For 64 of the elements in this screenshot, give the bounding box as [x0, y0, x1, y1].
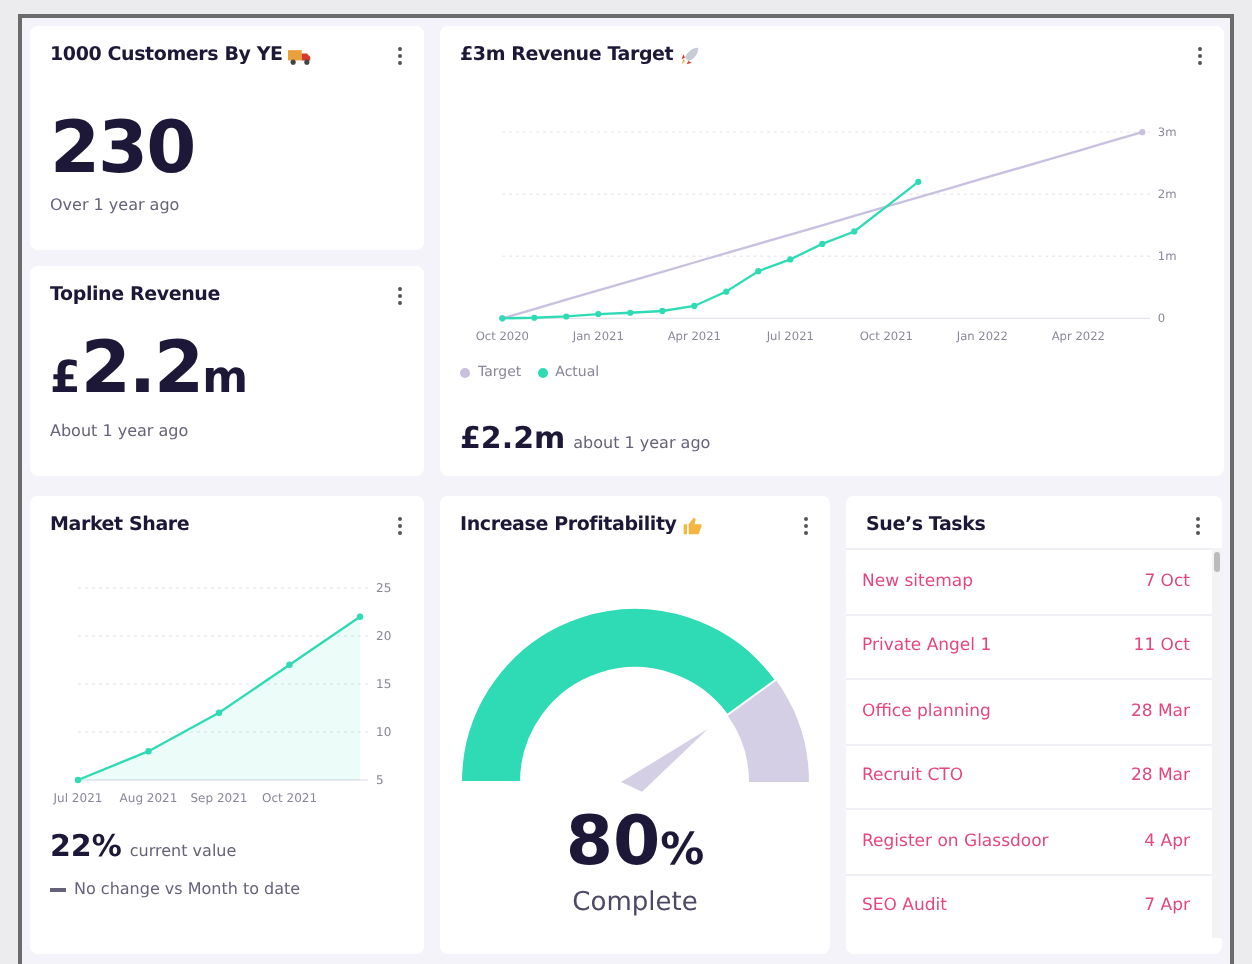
data-point: [787, 256, 794, 263]
caption: About 1 year ago: [50, 420, 191, 444]
thumbs-up-icon: [682, 516, 703, 537]
legend-dot: [537, 367, 548, 378]
card-title: £3m Revenue Target: [460, 42, 674, 70]
caption: Over 1 year ago: [50, 194, 182, 218]
big-number: 2.2: [80, 334, 203, 406]
currency-symbol: £: [50, 352, 81, 408]
task-name[interactable]: New sitemap: [862, 569, 973, 595]
more-icon[interactable]: [1194, 516, 1202, 537]
data-point: [915, 179, 922, 186]
data-point: [531, 315, 538, 322]
data-point: [1139, 129, 1146, 136]
task-date: 11 Oct: [1133, 634, 1190, 660]
task-name[interactable]: Private Angel 1: [862, 634, 992, 660]
change-text: No change vs Month to date: [74, 877, 301, 902]
card-title: Sue’s Tasks: [866, 512, 986, 540]
more-icon[interactable]: [802, 516, 810, 537]
data-point: [755, 268, 762, 275]
data-point: [851, 228, 858, 236]
dash-icon: [50, 888, 66, 891]
data-point: [595, 311, 602, 318]
headline-value: £2.2m: [460, 417, 566, 459]
legend-dot: [460, 367, 470, 378]
data-point: [286, 662, 293, 669]
card-title: Topline Revenue: [50, 282, 220, 310]
more-icon[interactable]: [396, 46, 404, 67]
more-icon[interactable]: [396, 286, 404, 307]
data-point: [215, 710, 223, 717]
percent-sign: %: [660, 826, 705, 877]
card-title: Increase Profitability: [460, 512, 677, 540]
data-point: [819, 241, 826, 248]
more-icon[interactable]: [396, 516, 404, 537]
data-point: [691, 303, 698, 310]
gauge-value: 80: [565, 802, 661, 883]
data-point: [74, 777, 82, 784]
task-name[interactable]: Recruit CTO: [862, 764, 964, 790]
task-name[interactable]: Office planning: [862, 699, 991, 725]
big-number: 230: [50, 114, 197, 186]
caption: about 1 year ago: [573, 431, 711, 455]
task-date: 7 Apr: [1144, 894, 1190, 920]
data-point: [627, 310, 634, 317]
caption: current value: [129, 840, 237, 865]
rocket-icon: [679, 46, 700, 67]
data-point: [563, 313, 570, 321]
task-date: 28 Mar: [1130, 764, 1190, 790]
task-name[interactable]: SEO Audit: [862, 894, 947, 920]
card-title: 1000 Customers By YE: [50, 42, 283, 70]
headline-value: 22%: [50, 826, 122, 869]
gauge-track: [727, 680, 809, 783]
more-icon[interactable]: [1196, 46, 1204, 67]
task-date: 4 Apr: [1144, 829, 1190, 855]
task-date: 28 Mar: [1130, 699, 1190, 725]
data-point: [145, 748, 152, 755]
unit-label: m: [202, 352, 249, 408]
task-name[interactable]: Register on Glassdoor: [862, 829, 1049, 855]
gauge-caption: Complete: [570, 886, 700, 923]
data-point: [723, 289, 730, 296]
gauge-needle: [621, 729, 708, 793]
truck-icon: [288, 47, 313, 66]
card-title: Market Share: [50, 512, 190, 540]
task-date: 7 Oct: [1144, 569, 1190, 595]
data-point: [659, 308, 666, 315]
data-point: [356, 614, 364, 621]
